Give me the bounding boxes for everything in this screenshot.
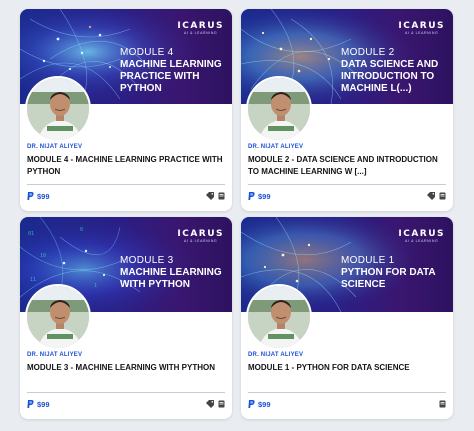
course-title[interactable]: MODULE 3 - MACHINE LEARNING WITH PYTHON — [27, 362, 225, 374]
banner-heading: MODULE 2 DATA SCIENCE AND INTRODUCTION T… — [341, 47, 449, 95]
svg-text:1: 1 — [94, 283, 97, 289]
brand-tagline: AI & LEARNING — [405, 239, 439, 243]
brand-name: ICARUS — [177, 229, 224, 239]
divider — [248, 392, 446, 393]
course-card-module-1[interactable]: ICARUS AI & LEARNING MODULE 1 PYTHON FOR… — [241, 217, 453, 419]
banner-heading: MODULE 3 MACHINE LEARNING WITH PYTHON — [120, 255, 228, 291]
banner-course-title: MACHINE LEARNING WITH PYTHON — [120, 267, 222, 290]
book-icon[interactable] — [439, 400, 446, 408]
divider — [27, 392, 225, 393]
course-author[interactable]: DR. NIJAT ALIYEV — [248, 144, 446, 150]
course-price: $99 — [37, 399, 50, 409]
book-icon[interactable] — [439, 192, 446, 200]
book-icon[interactable] — [218, 400, 225, 408]
svg-text:0: 0 — [80, 227, 83, 233]
banner-module-label: MODULE 3 — [120, 255, 174, 266]
course-title[interactable]: MODULE 2 - DATA SCIENCE AND INTRODUCTION… — [248, 154, 446, 178]
course-price: $99 — [37, 191, 50, 201]
card-footer: $99 — [27, 190, 225, 202]
tag-icon[interactable] — [206, 400, 215, 408]
banner-heading: MODULE 4 MACHINE LEARNING PRACTICE WITH … — [120, 47, 228, 95]
banner-heading: MODULE 1 PYTHON FOR DATA SCIENCE — [341, 255, 449, 291]
brand-logo: ICARUS AI & LEARNING — [177, 229, 224, 243]
card-footer: $99 — [248, 398, 446, 410]
brand-tagline: AI & LEARNING — [184, 239, 218, 243]
brand-tagline: AI & LEARNING — [405, 31, 439, 35]
course-card-module-3[interactable]: 01 10 11 01 ICARUS AI & LEARNING MODULE 3 … — [20, 217, 232, 419]
brand-name: ICARUS — [398, 229, 445, 239]
banner-course-title: PYTHON FOR DATA SCIENCE — [341, 267, 436, 290]
brand-logo: ICARUS AI & LEARNING — [177, 21, 224, 35]
course-price: $99 — [258, 191, 271, 201]
svg-text:11: 11 — [30, 277, 36, 283]
banner-course-title: DATA SCIENCE AND INTRODUCTION TO MACHINE… — [341, 59, 439, 94]
svg-text:01: 01 — [28, 231, 34, 237]
course-author[interactable]: DR. NIJAT ALIYEV — [27, 144, 225, 150]
banner-module-label: MODULE 1 — [341, 255, 395, 266]
tag-icon[interactable] — [206, 192, 215, 200]
brand-tagline: AI & LEARNING — [184, 31, 218, 35]
course-author[interactable]: DR. NIJAT ALIYEV — [27, 352, 225, 358]
course-title[interactable]: MODULE 4 - MACHINE LEARNING PRACTICE WIT… — [27, 154, 225, 178]
banner-course-title: MACHINE LEARNING PRACTICE WITH PYTHON — [120, 59, 222, 94]
divider — [27, 184, 225, 185]
banner-module-label: MODULE 4 — [120, 47, 174, 58]
brand-name: ICARUS — [398, 21, 445, 31]
card-footer: $99 — [27, 398, 225, 410]
banner-module-label: MODULE 2 — [341, 47, 395, 58]
course-price: $99 — [258, 399, 271, 409]
paypal-icon — [27, 400, 34, 408]
course-card-module-2[interactable]: ICARUS AI & LEARNING MODULE 2 DATA SCIEN… — [241, 9, 453, 211]
paypal-icon — [248, 400, 255, 408]
course-card-module-4[interactable]: ICARUS AI & LEARNING MODULE 4 MACHINE LE… — [20, 9, 232, 211]
course-title[interactable]: MODULE 1 - PYTHON FOR DATA SCIENCE — [248, 362, 446, 374]
divider — [248, 184, 446, 185]
paypal-icon — [248, 192, 255, 200]
brand-logo: ICARUS AI & LEARNING — [398, 21, 445, 35]
course-author[interactable]: DR. NIJAT ALIYEV — [248, 352, 446, 358]
card-footer: $99 — [248, 190, 446, 202]
book-icon[interactable] — [218, 192, 225, 200]
paypal-icon — [27, 192, 34, 200]
brand-name: ICARUS — [177, 21, 224, 31]
tag-icon[interactable] — [427, 192, 436, 200]
svg-text:10: 10 — [40, 253, 46, 259]
brand-logo: ICARUS AI & LEARNING — [398, 229, 445, 243]
